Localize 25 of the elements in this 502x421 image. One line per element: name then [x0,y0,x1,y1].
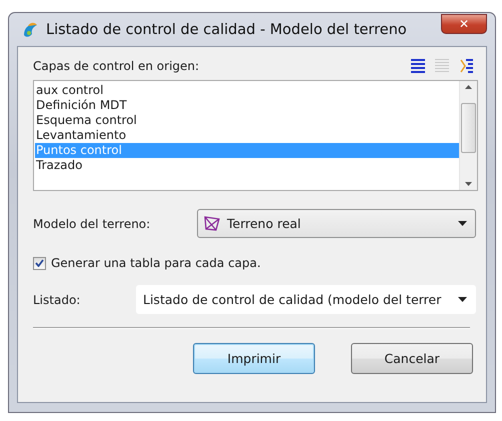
dropdown-arrow-icon [458,221,467,226]
layer-item[interactable]: Levantamiento [35,128,459,143]
checkbox[interactable] [33,256,46,270]
per-layer-table-checkbox[interactable]: Generar una tabla para cada capa. [33,256,478,270]
close-button[interactable]: ✕ [441,14,487,34]
report-label: Listado: [33,292,82,306]
print-button[interactable]: Imprimir [193,343,315,374]
tree-view-icon[interactable] [458,58,474,74]
layer-item[interactable]: Trazado [35,158,459,173]
layer-item[interactable]: Esquema control [35,113,459,128]
window-title: Listado de control de calidad - Modelo del terreno [46,22,408,38]
triangulation-icon [204,216,221,231]
scrollbar[interactable] [459,81,477,190]
scroll-up-icon[interactable] [465,85,472,89]
list-view-icon[interactable] [410,58,426,74]
terrain-label: Modelo del terreno: [33,216,152,230]
layers-label: Capas de control en origen: [33,59,200,73]
report-dropdown[interactable]: Listado de control de calidad (modelo del terrer [136,285,476,314]
layer-item[interactable]: Definición MDT [35,98,459,113]
layer-item[interactable]: aux control [35,83,459,98]
scroll-down-icon[interactable] [465,182,472,186]
layers-list[interactable]: aux control Definición MDT Esquema control Levantamiento Puntos control Trazado [33,80,478,191]
dropdown-arrow-icon [458,297,467,302]
terrain-dropdown[interactable]: Terreno real [197,209,476,238]
cancel-button[interactable]: Cancelar [351,343,473,374]
